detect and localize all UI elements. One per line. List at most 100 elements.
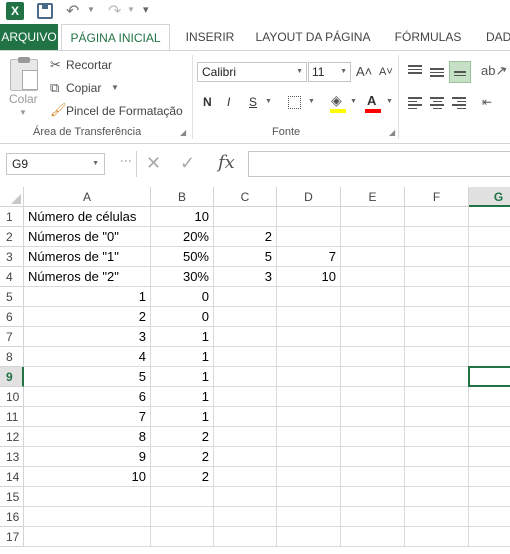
- font-name-select[interactable]: Calibri ▼: [197, 62, 307, 82]
- cell-a14[interactable]: 10: [24, 467, 151, 487]
- cut-button[interactable]: Recortar: [66, 58, 112, 72]
- tab-insert[interactable]: INSERIR: [180, 24, 240, 50]
- cell-c17[interactable]: [214, 527, 277, 547]
- cell-b11[interactable]: 1: [151, 407, 214, 427]
- cell-c1[interactable]: [214, 207, 277, 227]
- underline-dropdown-icon[interactable]: ▼: [265, 98, 272, 105]
- cell-f1[interactable]: [405, 207, 469, 227]
- font-color-dropdown-icon[interactable]: ▼: [386, 98, 393, 105]
- cell-d12[interactable]: [277, 427, 341, 447]
- cell-b16[interactable]: [151, 507, 214, 527]
- cell-f6[interactable]: [405, 307, 469, 327]
- cell-d11[interactable]: [277, 407, 341, 427]
- cell-d16[interactable]: [277, 507, 341, 527]
- cell-f9[interactable]: [405, 367, 469, 387]
- format-painter-button[interactable]: Pincel de Formatação: [66, 104, 183, 118]
- cell-c5[interactable]: [214, 287, 277, 307]
- cell-f17[interactable]: [405, 527, 469, 547]
- cell-f14[interactable]: [405, 467, 469, 487]
- align-bottom-icon[interactable]: [449, 61, 471, 83]
- enter-icon[interactable]: ✓: [180, 153, 195, 174]
- cell-f12[interactable]: [405, 427, 469, 447]
- cell-e7[interactable]: [341, 327, 405, 347]
- cell-c13[interactable]: [214, 447, 277, 467]
- cell-c12[interactable]: [214, 427, 277, 447]
- cell-b9[interactable]: 1: [151, 367, 214, 387]
- undo-dropdown-icon[interactable]: ▼: [87, 5, 95, 14]
- row-header-12[interactable]: 12: [0, 427, 24, 447]
- cell-f10[interactable]: [405, 387, 469, 407]
- cell-c3[interactable]: 5: [214, 247, 277, 267]
- cell-d8[interactable]: [277, 347, 341, 367]
- cell-a11[interactable]: 7: [24, 407, 151, 427]
- row-header-14[interactable]: 14: [0, 467, 24, 487]
- cell-c7[interactable]: [214, 327, 277, 347]
- cell-e2[interactable]: [341, 227, 405, 247]
- cell-e13[interactable]: [341, 447, 405, 467]
- cell-b2[interactable]: 20%: [151, 227, 214, 247]
- cell-a9[interactable]: 5: [24, 367, 151, 387]
- tab-data[interactable]: DAD: [478, 24, 510, 50]
- row-header-6[interactable]: 6: [0, 307, 24, 327]
- column-header-c[interactable]: C: [214, 187, 277, 207]
- cell-f7[interactable]: [405, 327, 469, 347]
- cell-a15[interactable]: [24, 487, 151, 507]
- redo-dropdown-icon[interactable]: ▼: [127, 5, 135, 14]
- row-header-15[interactable]: 15: [0, 487, 24, 507]
- cell-d2[interactable]: [277, 227, 341, 247]
- cancel-icon[interactable]: ✕: [146, 153, 161, 174]
- cell-g1[interactable]: [469, 207, 510, 227]
- cell-e6[interactable]: [341, 307, 405, 327]
- redo-icon[interactable]: ↷: [108, 1, 121, 21]
- row-header-11[interactable]: 11: [0, 407, 24, 427]
- borders-icon[interactable]: [288, 96, 301, 109]
- row-header-3[interactable]: 3: [0, 247, 24, 267]
- font-launcher-icon[interactable]: ◢: [389, 128, 395, 137]
- cell-g2[interactable]: [469, 227, 510, 247]
- paste-icon[interactable]: [10, 57, 38, 91]
- cell-g3[interactable]: [469, 247, 510, 267]
- drag-handle-icon[interactable]: ⋮: [119, 155, 133, 165]
- align-center-icon[interactable]: [430, 97, 444, 111]
- column-header-e[interactable]: E: [341, 187, 405, 207]
- cell-a13[interactable]: 9: [24, 447, 151, 467]
- font-size-select[interactable]: 11 ▼: [308, 62, 351, 82]
- cell-d7[interactable]: [277, 327, 341, 347]
- decrease-font-icon[interactable]: A˅: [379, 66, 393, 78]
- cell-a4[interactable]: Números de "2": [24, 267, 151, 287]
- italic-button[interactable]: I: [227, 95, 230, 109]
- column-header-b[interactable]: B: [151, 187, 214, 207]
- column-header-g[interactable]: G: [469, 187, 510, 207]
- select-all-button[interactable]: [0, 187, 24, 207]
- cell-g8[interactable]: [469, 347, 510, 367]
- column-header-f[interactable]: F: [405, 187, 469, 207]
- cell-f4[interactable]: [405, 267, 469, 287]
- customize-toolbar-icon[interactable]: ▾: [143, 3, 149, 16]
- row-header-4[interactable]: 4: [0, 267, 24, 287]
- cell-c10[interactable]: [214, 387, 277, 407]
- cell-g11[interactable]: [469, 407, 510, 427]
- cell-b3[interactable]: 50%: [151, 247, 214, 267]
- cell-e16[interactable]: [341, 507, 405, 527]
- cell-a1[interactable]: Número de células: [24, 207, 151, 227]
- cell-d14[interactable]: [277, 467, 341, 487]
- cell-b10[interactable]: 1: [151, 387, 214, 407]
- align-left-icon[interactable]: [408, 97, 422, 111]
- cell-e11[interactable]: [341, 407, 405, 427]
- cell-a8[interactable]: 4: [24, 347, 151, 367]
- tab-file[interactable]: ARQUIVO: [0, 24, 58, 50]
- cell-b12[interactable]: 2: [151, 427, 214, 447]
- cell-c9[interactable]: [214, 367, 277, 387]
- cell-g17[interactable]: [469, 527, 510, 547]
- column-header-a[interactable]: A: [24, 187, 151, 207]
- cell-d17[interactable]: [277, 527, 341, 547]
- paste-dropdown-icon[interactable]: ▼: [19, 108, 27, 117]
- borders-dropdown-icon[interactable]: ▼: [308, 98, 315, 105]
- cell-b4[interactable]: 30%: [151, 267, 214, 287]
- cell-f5[interactable]: [405, 287, 469, 307]
- cell-e10[interactable]: [341, 387, 405, 407]
- cell-f16[interactable]: [405, 507, 469, 527]
- cell-g5[interactable]: [469, 287, 510, 307]
- fill-color-dropdown-icon[interactable]: ▼: [350, 98, 357, 105]
- cell-b5[interactable]: 0: [151, 287, 214, 307]
